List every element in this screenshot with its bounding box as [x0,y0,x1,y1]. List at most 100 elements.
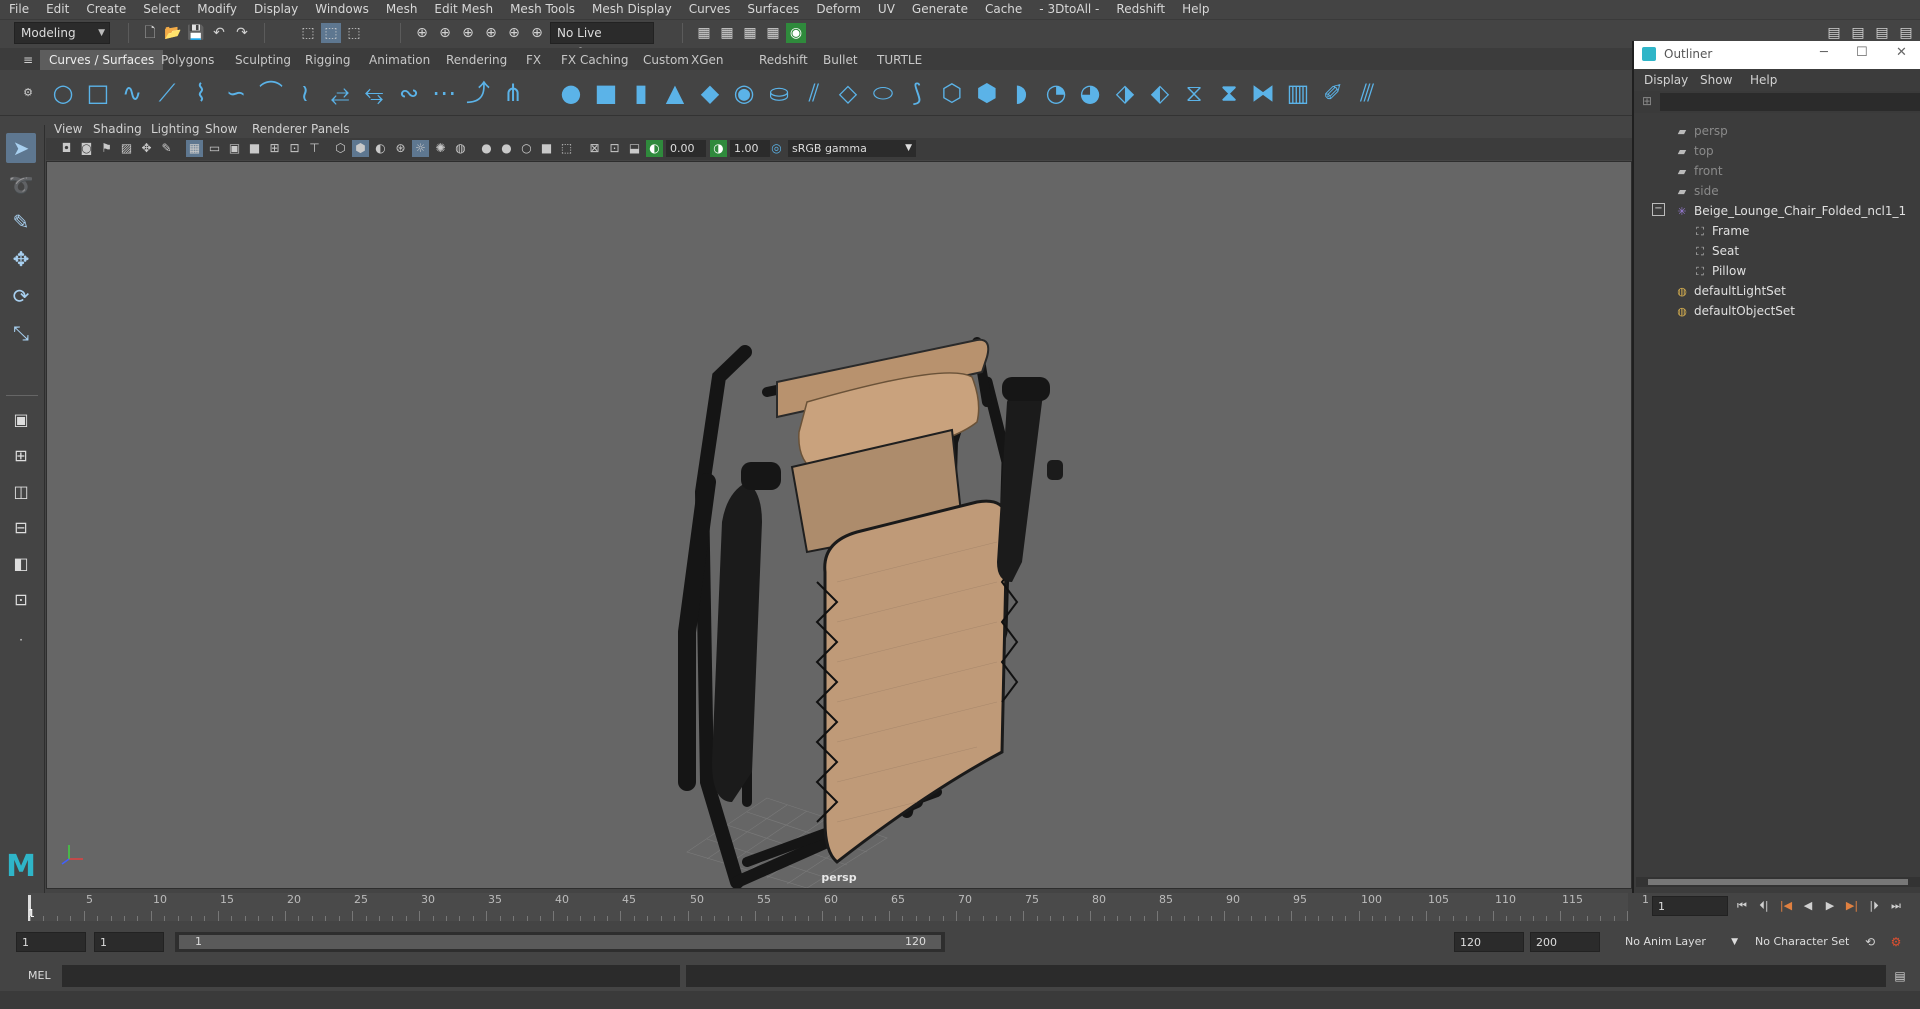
ipr-render-icon[interactable]: ▦ [740,23,760,43]
step-back-frame-icon[interactable]: |◀ [1776,896,1796,916]
depth-of-field-icon[interactable]: ○ [518,140,535,157]
outliner-persp-layout-icon[interactable]: ⊟ [6,513,36,543]
four-pane-layout-icon[interactable]: ⊞ [6,441,36,471]
textured-icon[interactable]: ⊛ [392,140,409,157]
outliner-item[interactable]: ⛶ Seat [1692,241,1739,261]
live-surface-field[interactable]: No Live Surface [550,22,654,60]
wireframe-on-shaded-icon[interactable]: ◐ [372,140,389,157]
panel-menu-item[interactable]: Lighting [151,120,200,138]
panel-menu-item[interactable]: Shading [93,120,142,138]
render-settings-icon[interactable]: ▦ [763,23,783,43]
bezier-curve-icon[interactable]: ⌇ [186,78,216,108]
shelf-menu-icon[interactable]: ≡ [18,50,38,70]
smooth-shade-icon[interactable]: ⬢ [352,140,369,157]
render-history-icon[interactable]: ▦ [694,23,714,43]
ep-curve-icon[interactable]: ⟋ [152,78,182,108]
layout-icon[interactable]: ▤ [1848,23,1868,43]
outliner-search-input[interactable] [1660,93,1920,111]
menu-item[interactable]: Generate [903,0,976,19]
outliner-menu-item[interactable]: Display [1644,71,1688,89]
isolate-select-icon[interactable]: ■ [538,140,555,157]
shadows-icon[interactable]: ✺ [432,140,449,157]
panel-menu-item[interactable]: View [54,120,82,138]
paint-select-tool-icon[interactable]: ✎ [6,207,36,237]
gamma-icon[interactable]: ◑ [710,140,727,157]
menu-item[interactable]: Deform [807,0,869,19]
nurbs-square-icon[interactable]: □ [83,78,113,108]
outliner-item[interactable]: ⛶ Frame [1692,221,1749,241]
menu-item[interactable]: Edit [37,0,77,19]
modeling-toolkit-icon[interactable]: ▤ [1896,23,1916,43]
camera-select-icon[interactable]: ◘ [58,140,75,157]
snap-edge-icon[interactable]: ⊕ [527,23,547,43]
pencil-curve-icon[interactable]: ∽ [221,78,251,108]
menu-item[interactable]: Surfaces [738,0,807,19]
attach-curves-icon[interactable]: ⥄ [325,78,355,108]
grid-icon[interactable]: ▦ [186,140,203,157]
shelf-tab[interactable]: Rigging [296,50,359,70]
step-back-key-icon[interactable]: ⏴| [1754,896,1774,916]
arc-icon[interactable]: ⌒ [256,78,286,108]
panel-menu-item[interactable]: Panels [311,120,350,138]
field-chart-icon[interactable]: ⊞ [266,140,283,157]
undo-icon[interactable]: ↶ [209,23,229,43]
select-hierarchy-icon[interactable]: ⬚ [298,23,318,43]
curve-tool-icon[interactable]: ≀ [290,78,320,108]
insert-knot-icon[interactable]: ⋔ [498,78,528,108]
outliner-menu-item[interactable]: Help [1750,71,1777,89]
attach-surfaces-icon[interactable]: ⧖ [1179,78,1209,108]
intersect-icon[interactable]: ⬖ [1145,78,1175,108]
play-backwards-icon[interactable]: ◀ [1798,896,1818,916]
safe-action-icon[interactable]: ⊡ [286,140,303,157]
menu-item[interactable]: Curves [680,0,739,19]
motion-blur-icon[interactable]: ● [478,140,495,157]
redo-icon[interactable]: ↷ [232,23,252,43]
time-slider[interactable]: 1 5 10 15 20 25 30 35 40 45 50 55 60 65 70 75 80 85 90 95 1… [0,893,1920,923]
maximize-icon[interactable]: ☐ [1856,45,1868,60]
shelf-tab[interactable]: Rendering [437,50,516,70]
shelf-tab[interactable]: Bullet [814,50,867,70]
playback-end-field[interactable]: 120 [1454,932,1524,952]
wireframe-icon[interactable]: ⬡ [332,140,349,157]
character-set-select[interactable]: No Character Set [1750,932,1856,952]
mode-select[interactable]: Modeling ▼ [14,22,110,44]
menu-item[interactable]: Modify [188,0,245,19]
bevel-icon[interactable]: ◗ [1006,78,1036,108]
shelf-settings-icon[interactable]: ⚙ [18,83,38,103]
snap-curve-icon[interactable]: ⊕ [435,23,455,43]
save-scene-icon[interactable]: 💾 [186,23,206,43]
nurbs-cylinder-icon[interactable]: ▮ [626,78,656,108]
fillet-curve-icon[interactable]: ⤴ [463,78,493,108]
shelf-tab[interactable]: TURTLE [868,50,931,70]
close-icon[interactable]: ✕ [1896,45,1907,60]
collapse-toggle-icon[interactable]: − [1652,203,1665,216]
project-curve-icon[interactable]: ⬗ [1110,78,1140,108]
sculpt-icon[interactable]: ✐ [1318,78,1348,108]
surface-fillet-icon[interactable]: ⫻ [1352,78,1382,108]
xray-joints-icon[interactable]: ⊠ [586,140,603,157]
menu-item[interactable]: - 3DtoAll - [1030,0,1107,19]
planar-icon[interactable]: ◇ [833,78,863,108]
nurbs-sphere-icon[interactable]: ● [556,78,586,108]
extrude-icon[interactable]: ⬭ [868,78,898,108]
select-object-icon[interactable]: ⬚ [321,23,341,43]
range-slider-handle[interactable] [179,935,941,949]
shelf-tab[interactable]: Sculpting [226,50,300,70]
shelf-tab[interactable]: Polygons [152,50,223,70]
menu-item[interactable]: Mesh Display [583,0,680,19]
animation-end-field[interactable]: 200 [1530,932,1600,952]
menu-item[interactable]: Mesh Tools [501,0,583,19]
square-surface-icon[interactable]: ⬢ [972,78,1002,108]
birail-icon[interactable]: ⟆ [902,78,932,108]
scale-tool-icon[interactable]: ⤡ [6,318,36,348]
render-frame-icon[interactable]: ▦ [717,23,737,43]
menu-item[interactable]: UV [869,0,903,19]
menu-item[interactable]: File [0,0,37,19]
shelf-tab[interactable]: FX [517,50,550,70]
outliner-item[interactable]: ▰ persp [1674,121,1728,141]
nurbs-torus-icon[interactable]: ◉ [729,78,759,108]
color-management-icon[interactable]: ◎ [768,140,785,157]
menu-item[interactable]: Help [1173,0,1217,19]
single-pane-layout-icon[interactable]: ▣ [6,405,36,435]
hypershade-persp-layout-icon[interactable]: ⊡ [6,585,36,615]
